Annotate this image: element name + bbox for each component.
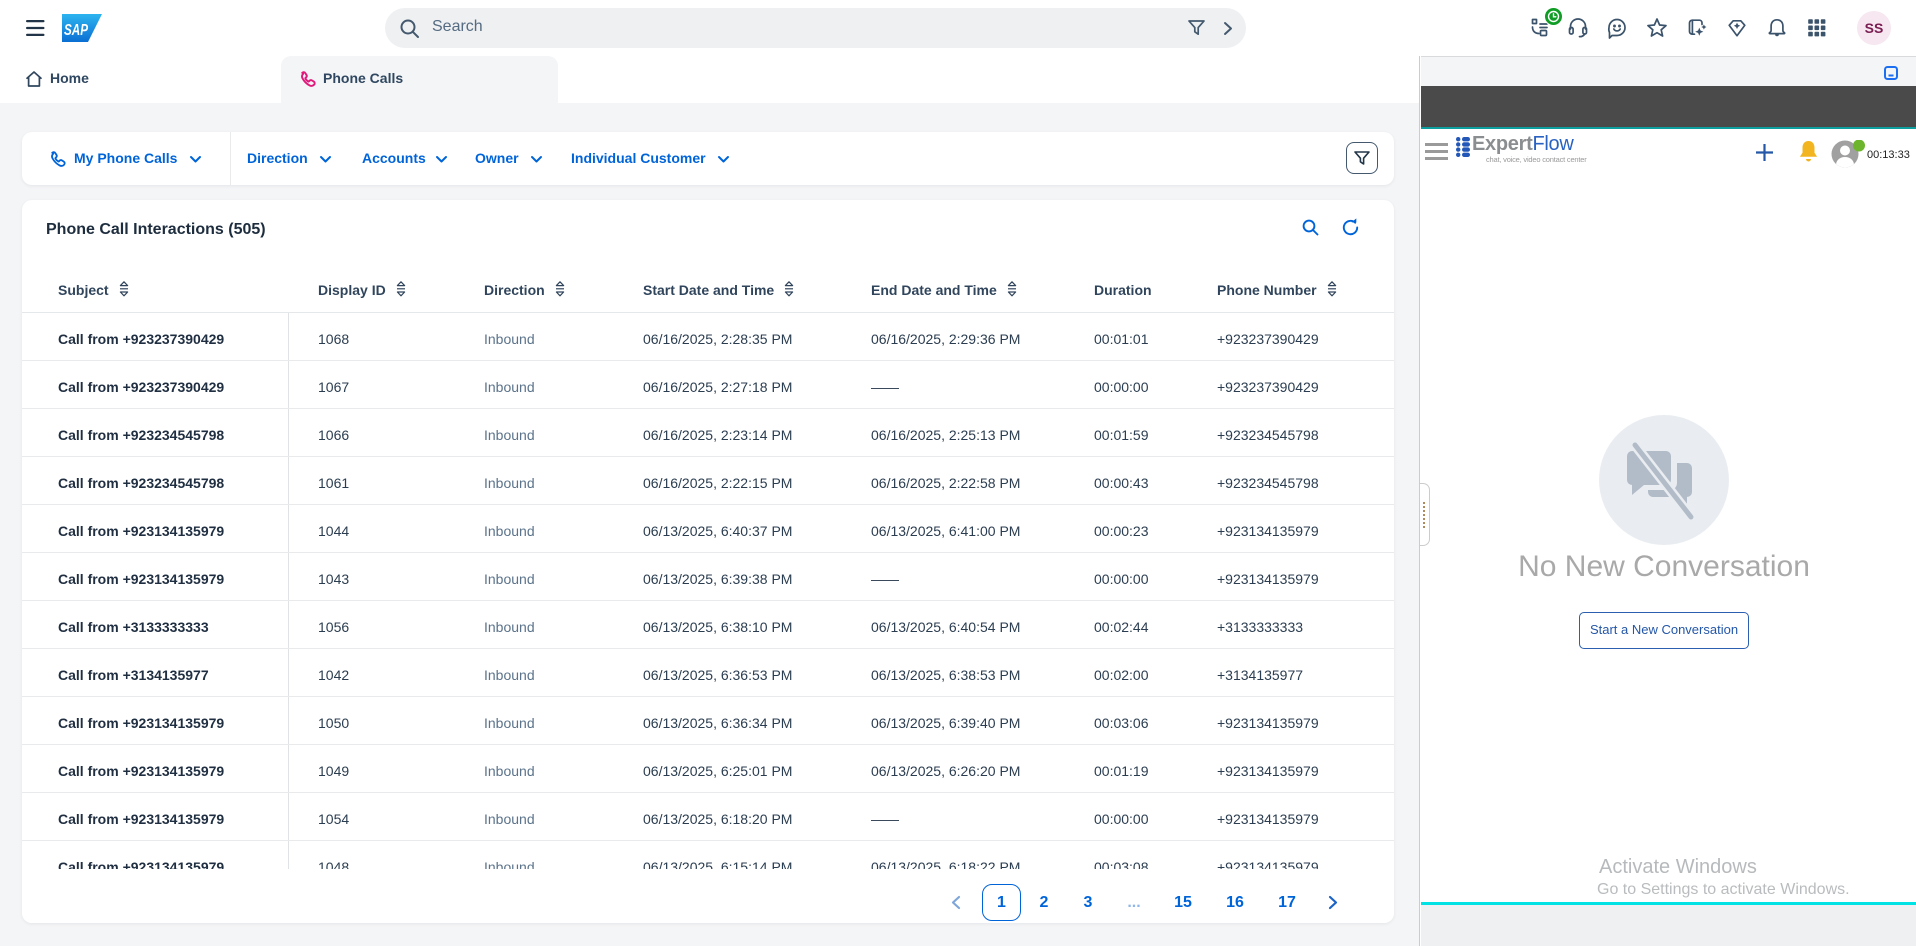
svg-text:SAP: SAP bbox=[64, 22, 88, 39]
